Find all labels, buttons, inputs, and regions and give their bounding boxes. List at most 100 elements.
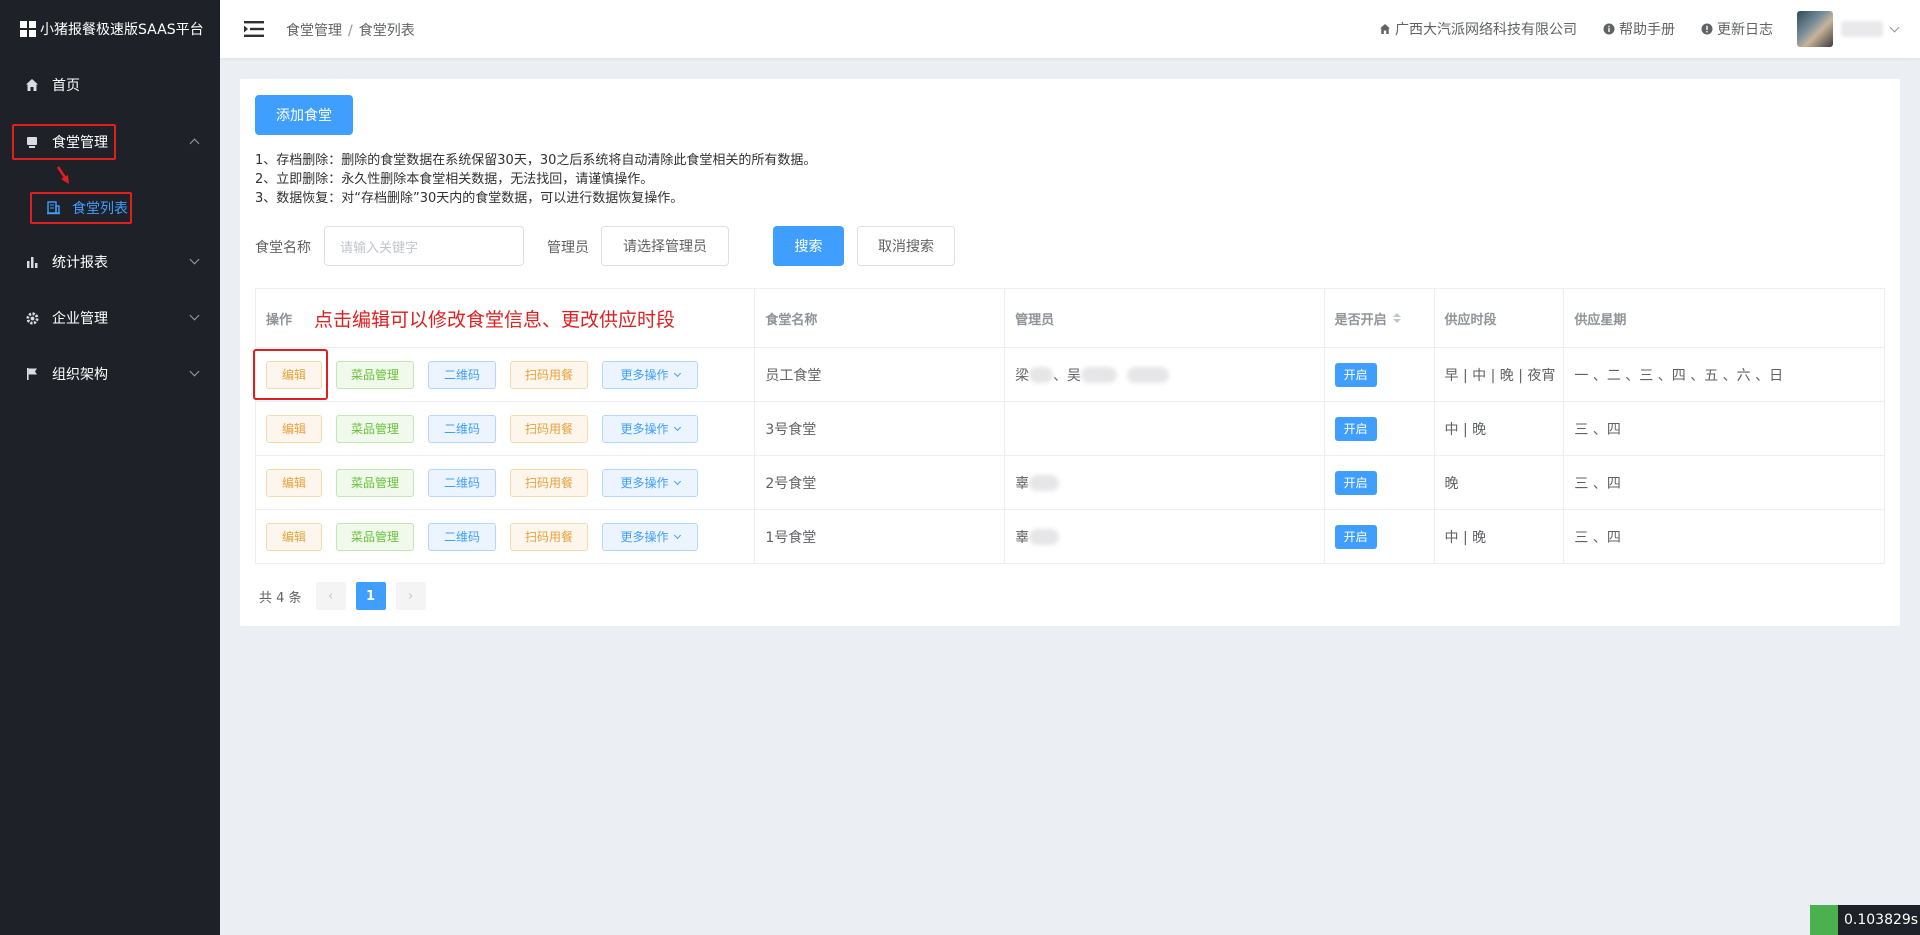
sidebar-item-label: 首页 bbox=[52, 78, 80, 94]
table-row: 编辑 菜品管理 二维码 扫码用餐 更多操作 员工食堂 梁 、吴 开启 早 | 中… bbox=[256, 348, 1884, 402]
dishes-button[interactable]: 菜品管理 bbox=[336, 360, 414, 389]
chevron-down-icon bbox=[189, 366, 200, 377]
render-timer: 0.103829s bbox=[1810, 905, 1920, 935]
qrcode-button[interactable]: 二维码 bbox=[428, 522, 496, 551]
annotation-text: 点击编辑可以修改食堂信息、更改供应时段 bbox=[314, 308, 676, 331]
status-badge[interactable]: 开启 bbox=[1334, 470, 1377, 495]
sidebar-item-canteen-list[interactable]: 食堂列表 bbox=[30, 192, 132, 224]
cell-name: 2号食堂 bbox=[755, 456, 1006, 509]
breadcrumb-item[interactable]: 食堂管理 bbox=[286, 23, 342, 39]
qrcode-button[interactable]: 二维码 bbox=[428, 360, 496, 389]
add-canteen-button[interactable]: 添加食堂 bbox=[255, 95, 353, 135]
sidebar-item-organization[interactable]: 组织架构 bbox=[0, 349, 220, 399]
status-badge[interactable]: 开启 bbox=[1334, 362, 1377, 387]
note-line: 3、数据恢复：对“存档删除”30天内的食堂数据，可以进行数据恢复操作。 bbox=[255, 191, 684, 206]
col-header-actions: 操作 点击编辑可以修改食堂信息、更改供应时段 bbox=[256, 289, 756, 347]
canteen-name-label: 食堂名称 bbox=[255, 240, 311, 256]
col-header-periods: 供应时段 bbox=[1435, 289, 1565, 347]
dishes-button[interactable]: 菜品管理 bbox=[336, 522, 414, 551]
scan-meal-button[interactable]: 扫码用餐 bbox=[510, 414, 588, 443]
dishes-button[interactable]: 菜品管理 bbox=[336, 468, 414, 497]
cancel-search-button[interactable]: 取消搜索 bbox=[857, 226, 955, 266]
status-badge[interactable]: 开启 bbox=[1334, 524, 1377, 549]
admin-text: 辜 bbox=[1015, 529, 1030, 546]
building-icon bbox=[46, 200, 62, 216]
cell-status: 开启 bbox=[1325, 348, 1435, 401]
cell-name: 3号食堂 bbox=[755, 402, 1006, 455]
chevron-down-icon bbox=[673, 531, 681, 539]
cell-periods: 中 | 晚 bbox=[1435, 510, 1565, 563]
chevron-down-icon bbox=[189, 254, 200, 265]
row-actions: 编辑 菜品管理 二维码 扫码用餐 更多操作 bbox=[256, 456, 756, 509]
gear-icon bbox=[24, 310, 40, 326]
chevron-up-icon bbox=[189, 138, 200, 149]
more-label: 更多操作 bbox=[620, 476, 669, 490]
sidebar-item-enterprise[interactable]: 企业管理 bbox=[0, 293, 220, 343]
col-header-admin: 管理员 bbox=[1005, 289, 1325, 347]
cell-admin: 辜 bbox=[1005, 456, 1325, 509]
qrcode-button[interactable]: 二维码 bbox=[428, 414, 496, 443]
edit-button[interactable]: 编辑 bbox=[266, 468, 322, 497]
more-label: 更多操作 bbox=[620, 422, 669, 436]
company-link[interactable]: 广西大汽派网络科技有限公司 bbox=[1379, 19, 1577, 39]
chevron-down-icon[interactable] bbox=[1889, 22, 1900, 32]
brand-title: 小猪报餐极速版SAAS平台 bbox=[40, 22, 204, 38]
row-actions: 编辑 菜品管理 二维码 扫码用餐 更多操作 bbox=[256, 402, 756, 455]
sidebar: 小猪报餐极速版SAAS平台 首页 食堂管理 食堂列表 统计报表 企业管理 组织架… bbox=[0, 0, 220, 935]
help-link[interactable]: 帮助手册 bbox=[1603, 19, 1675, 39]
cell-status: 开启 bbox=[1325, 456, 1435, 509]
chevron-down-icon bbox=[189, 310, 200, 321]
sidebar-item-reports[interactable]: 统计报表 bbox=[0, 237, 220, 287]
edit-button[interactable]: 编辑 bbox=[266, 414, 322, 443]
next-page-button[interactable]: › bbox=[395, 582, 426, 610]
breadcrumb: 食堂管理 / 食堂列表 bbox=[286, 20, 415, 40]
dishes-button[interactable]: 菜品管理 bbox=[336, 414, 414, 443]
edit-button[interactable]: 编辑 bbox=[266, 522, 322, 551]
edit-highlight-box bbox=[253, 349, 328, 400]
admin-text: 梁 bbox=[1015, 367, 1030, 384]
chevron-down-icon bbox=[673, 423, 681, 431]
table-row: 编辑 菜品管理 二维码 扫码用餐 更多操作 3号食堂 开启 中 | 晚 三 、四 bbox=[256, 402, 1884, 456]
sidebar-item-label: 企业管理 bbox=[52, 311, 108, 327]
page-number[interactable]: 1 bbox=[355, 582, 386, 610]
user-name-blurred bbox=[1841, 21, 1883, 37]
cell-periods: 晚 bbox=[1435, 456, 1565, 509]
search-button[interactable]: 搜索 bbox=[773, 226, 844, 266]
more-actions-button[interactable]: 更多操作 bbox=[602, 414, 698, 443]
prev-page-button[interactable]: ‹ bbox=[315, 582, 346, 610]
changelog-link[interactable]: 更新日志 bbox=[1701, 19, 1773, 39]
header-label: 操作 bbox=[266, 312, 293, 328]
cell-weekdays: 三 、四 bbox=[1574, 529, 1621, 546]
alert-icon bbox=[1701, 23, 1713, 35]
cell-weekdays: 三 、四 bbox=[1574, 421, 1621, 438]
breadcrumb-separator: / bbox=[348, 23, 353, 39]
company-name: 广西大汽派网络科技有限公司 bbox=[1395, 22, 1577, 38]
sort-icon[interactable] bbox=[1392, 313, 1401, 323]
menu-toggle-icon[interactable] bbox=[244, 20, 264, 38]
cell-admin: 梁 、吴 bbox=[1005, 348, 1325, 401]
admin-select[interactable]: 请选择管理员 bbox=[601, 226, 729, 266]
more-label: 更多操作 bbox=[620, 530, 669, 544]
highlight-box bbox=[12, 124, 116, 160]
more-actions-button[interactable]: 更多操作 bbox=[602, 468, 698, 497]
table-row: 编辑 菜品管理 二维码 扫码用餐 更多操作 1号食堂 辜 开启 中 | 晚 三 … bbox=[256, 510, 1884, 563]
cell-periods: 中 | 晚 bbox=[1435, 402, 1565, 455]
notes: 1、存档删除：删除的食堂数据在系统保留30天，30之后系统将自动清除此食堂相关的… bbox=[255, 151, 816, 208]
status-badge[interactable]: 开启 bbox=[1334, 416, 1377, 441]
avatar[interactable] bbox=[1797, 11, 1833, 47]
sidebar-item-home[interactable]: 首页 bbox=[0, 60, 220, 110]
breadcrumb-item: 食堂列表 bbox=[358, 23, 415, 39]
more-actions-button[interactable]: 更多操作 bbox=[602, 522, 698, 551]
more-actions-button[interactable]: 更多操作 bbox=[602, 360, 698, 389]
scan-meal-button[interactable]: 扫码用餐 bbox=[510, 360, 588, 389]
cell-status: 开启 bbox=[1325, 510, 1435, 563]
admin-text: 辜 bbox=[1015, 475, 1030, 492]
scan-meal-button[interactable]: 扫码用餐 bbox=[510, 522, 588, 551]
top-header: 食堂管理 / 食堂列表 广西大汽派网络科技有限公司 帮助手册 更新日志 bbox=[220, 0, 1920, 58]
cell-weekdays: 一 、二 、三 、四 、五 、六 、日 bbox=[1574, 367, 1784, 384]
col-header-enabled[interactable]: 是否开启 bbox=[1325, 289, 1435, 347]
qrcode-button[interactable]: 二维码 bbox=[428, 468, 496, 497]
canteen-name-input[interactable]: 请输入关键字 bbox=[324, 226, 524, 266]
scan-meal-button[interactable]: 扫码用餐 bbox=[510, 468, 588, 497]
canteen-table: 操作 点击编辑可以修改食堂信息、更改供应时段 食堂名称 管理员 是否开启 供应时… bbox=[255, 288, 1885, 564]
